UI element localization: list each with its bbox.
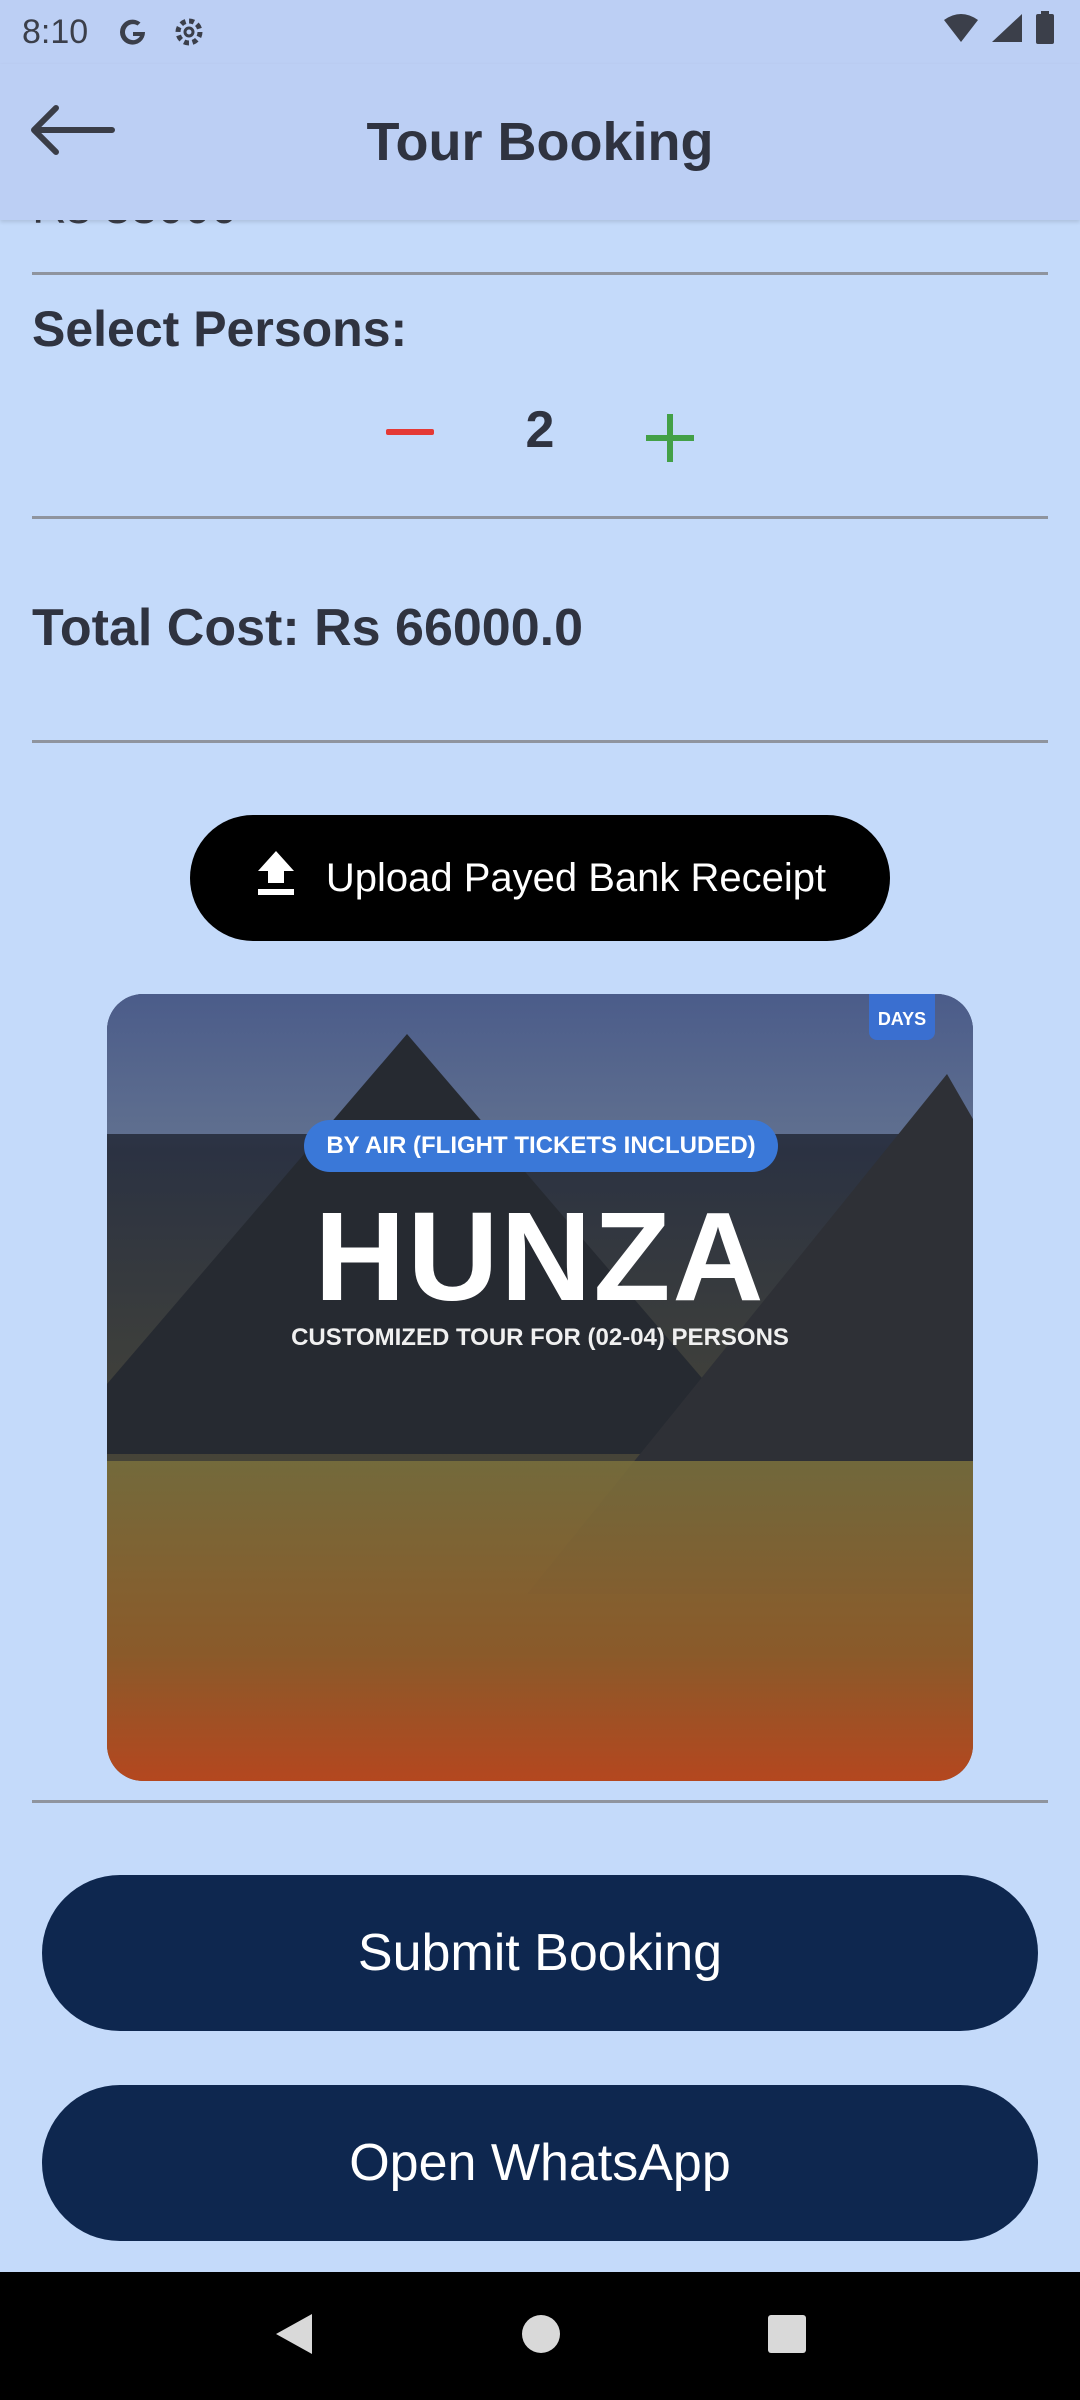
increment-persons-button[interactable] (640, 408, 700, 468)
arrow-left-icon (28, 100, 118, 165)
poster-subtitle: CUSTOMIZED TOUR FOR (02-04) PERSONS (291, 1324, 789, 1351)
total-cost: Total Cost: Rs 66000.0 (32, 599, 584, 657)
status-time: 8:10 (22, 12, 89, 51)
divider (32, 1800, 1048, 1803)
upload-icon (254, 849, 298, 907)
poster-air-pill: BY AIR (FLIGHT TICKETS INCLUDED) (304, 1120, 778, 1172)
status-bar: 8:10 (0, 0, 1080, 64)
minus-icon (386, 429, 434, 435)
signal-icon (990, 12, 1024, 53)
battery-icon (1034, 10, 1056, 54)
upload-receipt-button[interactable]: Upload Payed Bank Receipt (190, 815, 890, 941)
decrement-persons-button[interactable] (380, 402, 440, 462)
app-bar: Tour Booking (0, 64, 1080, 220)
poster-title: HUNZA (314, 1186, 766, 1327)
poster-days-tag: DAYS (869, 994, 935, 1040)
persons-count: 2 (525, 401, 555, 459)
nav-recents-icon[interactable] (766, 2313, 808, 2360)
nav-home-icon[interactable] (519, 2312, 563, 2361)
divider (32, 272, 1048, 275)
google-icon (116, 15, 150, 49)
nav-back-icon[interactable] (272, 2310, 316, 2363)
back-button[interactable] (28, 102, 118, 162)
system-nav-bar (0, 2272, 1080, 2400)
submit-booking-button[interactable]: Submit Booking (42, 1875, 1038, 2031)
settings-icon (172, 15, 206, 49)
page-title: Tour Booking (366, 112, 714, 172)
divider (32, 516, 1048, 519)
open-whatsapp-button[interactable]: Open WhatsApp (42, 2085, 1038, 2241)
select-persons-label: Select Persons: (32, 301, 408, 357)
upload-receipt-label: Upload Payed Bank Receipt (325, 855, 827, 900)
wifi-icon (942, 12, 980, 53)
tour-poster-image: DAYS BY AIR (FLIGHT TICKETS INCLUDED) HU… (107, 994, 973, 1781)
divider (32, 740, 1048, 743)
